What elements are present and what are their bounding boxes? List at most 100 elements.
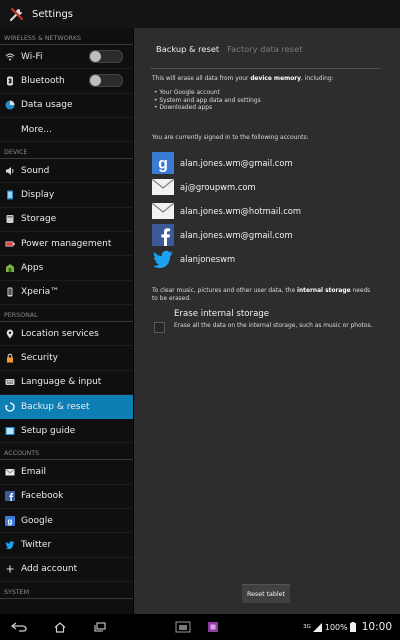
sidebar-item-label: Backup & reset bbox=[21, 401, 90, 412]
accounts-heading: You are currently signed in to the follo… bbox=[152, 135, 309, 141]
sidebar-item-bluetooth[interactable]: Bluetooth bbox=[0, 69, 133, 94]
title-bar: Settings bbox=[0, 0, 400, 29]
window-title: Settings bbox=[32, 8, 74, 20]
sidebar-item-label: Twitter bbox=[21, 539, 52, 550]
sidebar-item-label: Storage bbox=[21, 214, 57, 225]
sidebar-item-label: Bluetooth bbox=[21, 75, 65, 86]
tab-divider bbox=[150, 68, 380, 69]
sidebar-item-location-services[interactable]: Location services bbox=[0, 322, 133, 347]
status-area: 3G 100% 10:00 bbox=[303, 621, 392, 633]
display-icon bbox=[5, 190, 15, 200]
account-email: alan.jones.wm@gmail.com bbox=[180, 158, 293, 168]
tab-factory-data-reset[interactable]: Factory data reset bbox=[227, 44, 302, 54]
sidebar-item-email[interactable]: Email bbox=[0, 460, 133, 485]
twitter-icon bbox=[5, 540, 15, 550]
sidebar-item-facebook[interactable]: Facebook bbox=[0, 485, 133, 510]
erase-bullet-list: • Your Google account • System and app d… bbox=[154, 90, 261, 113]
account-email: alanjoneswm bbox=[180, 254, 236, 264]
sidebar-item-label: Location services bbox=[21, 328, 99, 339]
media-notification-icon[interactable] bbox=[207, 620, 219, 634]
storage-icon bbox=[5, 214, 15, 224]
erase-internal-storage-label[interactable]: Erase internal storage bbox=[174, 309, 269, 319]
sidebar-item-label: Wi-Fi bbox=[21, 51, 43, 62]
sidebar-item-google[interactable]: g Google bbox=[0, 509, 133, 534]
sidebar-item-label: Apps bbox=[21, 263, 44, 274]
keyboard-icon bbox=[5, 377, 15, 387]
lock-icon bbox=[5, 353, 15, 363]
bluetooth-toggle[interactable] bbox=[89, 74, 123, 88]
backup-reset-panel: Backup & reset Factory data reset This w… bbox=[134, 28, 400, 614]
section-device: DEVICE bbox=[0, 142, 133, 160]
backup-icon bbox=[5, 401, 15, 412]
email-icon bbox=[152, 202, 174, 219]
sidebar-item-display[interactable]: Display bbox=[0, 183, 133, 208]
toggle-knob bbox=[90, 75, 101, 87]
sidebar-item-label: Email bbox=[21, 467, 46, 478]
sidebar-item-label: Setup guide bbox=[21, 425, 76, 436]
twitter-icon bbox=[152, 250, 173, 269]
sidebar-item-label: Sound bbox=[21, 165, 50, 176]
sidebar-item-label: Display bbox=[21, 190, 55, 201]
sidebar-item-label: Security bbox=[21, 352, 58, 363]
sidebar-item-more[interactable]: More... bbox=[0, 118, 133, 143]
small-apps-icon[interactable] bbox=[174, 620, 192, 634]
network-type: 3G bbox=[303, 624, 311, 630]
sidebar-item-setup-guide[interactable]: Setup guide bbox=[0, 419, 133, 444]
plus-icon bbox=[5, 564, 15, 574]
google-icon: g bbox=[152, 152, 174, 174]
sidebar-item-label: Language & input bbox=[21, 377, 102, 388]
home-icon[interactable] bbox=[53, 620, 67, 634]
reset-tablet-button[interactable]: Reset tablet bbox=[242, 584, 290, 603]
section-wireless: WIRELESS & NETWORKS bbox=[0, 28, 133, 45]
account-row: alan.jones.wm@hotmail.com bbox=[152, 200, 301, 222]
sidebar-item-data-usage[interactable]: Data usage bbox=[0, 94, 133, 118]
sidebar-item-apps[interactable]: Apps bbox=[0, 256, 133, 281]
sidebar-item-label: Add account bbox=[21, 564, 78, 575]
settings-tools-icon[interactable] bbox=[8, 5, 26, 23]
bullet-item: • System and app data and settings bbox=[154, 97, 261, 104]
location-pin-icon bbox=[5, 329, 15, 339]
section-accounts: ACCOUNTS bbox=[0, 443, 133, 461]
intro-text: This will erase all data from your devic… bbox=[152, 76, 334, 82]
apps-icon bbox=[5, 263, 15, 273]
email-icon bbox=[5, 467, 15, 477]
sidebar-item-sound[interactable]: Sound bbox=[0, 159, 133, 184]
account-row: g alan.jones.wm@gmail.com bbox=[152, 152, 293, 174]
toggle-knob bbox=[90, 51, 101, 63]
sidebar-item-storage[interactable]: Storage bbox=[0, 208, 133, 233]
sidebar-item-backup-reset[interactable]: Backup & reset bbox=[0, 394, 133, 420]
erase-internal-storage-checkbox[interactable] bbox=[154, 322, 165, 333]
section-system: SYSTEM bbox=[0, 582, 133, 599]
account-row: alanjoneswm bbox=[152, 248, 235, 270]
sidebar-item-power-management[interactable]: Power management bbox=[0, 232, 133, 257]
section-personal: PERSONAL bbox=[0, 305, 133, 322]
sidebar-item-wifi[interactable]: Wi-Fi bbox=[0, 45, 133, 70]
sidebar-item-label: Power management bbox=[21, 238, 112, 249]
sidebar-item-security[interactable]: Security bbox=[0, 346, 133, 371]
bullet-item: • Downloaded apps bbox=[154, 105, 213, 112]
battery-percentage: 100% bbox=[324, 622, 348, 632]
system-navigation-bar: 3G 100% 10:00 bbox=[0, 614, 400, 640]
erase-internal-storage-desc: Erase all the data on the internal stora… bbox=[174, 323, 373, 329]
recent-apps-icon[interactable] bbox=[93, 620, 107, 634]
sidebar-item-language-input[interactable]: Language & input bbox=[0, 371, 133, 395]
data-usage-icon bbox=[5, 100, 15, 110]
sidebar-item-add-account[interactable]: Add account bbox=[0, 558, 133, 582]
account-email: alan.jones.wm@gmail.com bbox=[180, 230, 293, 240]
tab-backup-reset[interactable]: Backup & reset bbox=[156, 44, 219, 54]
settings-sidebar: WIRELESS & NETWORKS Wi-Fi Bluetooth Data… bbox=[0, 28, 133, 614]
back-icon[interactable] bbox=[10, 620, 28, 634]
internal-storage-note: To clear music, pictures and other user … bbox=[152, 288, 371, 302]
battery-icon bbox=[5, 239, 15, 249]
facebook-icon bbox=[152, 224, 174, 246]
setup-guide-icon bbox=[5, 426, 15, 436]
wifi-toggle[interactable] bbox=[89, 50, 123, 64]
email-icon bbox=[152, 178, 174, 195]
sidebar-item-label: More... bbox=[21, 124, 52, 135]
sidebar-item-twitter[interactable]: Twitter bbox=[0, 533, 133, 558]
xperia-icon bbox=[5, 287, 15, 297]
sidebar-item-label: Google bbox=[21, 515, 53, 526]
svg-text:g: g bbox=[8, 516, 13, 525]
sidebar-item-xperia[interactable]: Xperia™ bbox=[0, 281, 133, 305]
sidebar-item-label: Xperia™ bbox=[21, 287, 60, 298]
